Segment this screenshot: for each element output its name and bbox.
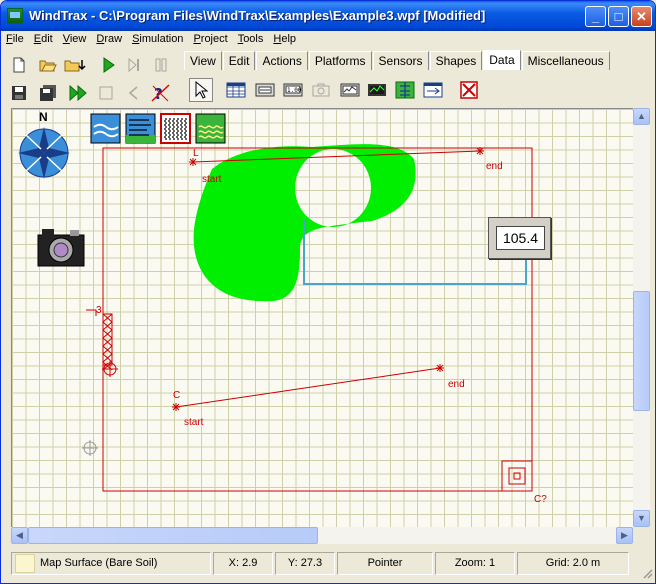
tab-platforms[interactable]: Platforms <box>308 51 372 70</box>
transfer-icon[interactable] <box>422 79 444 101</box>
surface-palette-icon <box>90 113 121 144</box>
digital-readout[interactable]: 105.4 <box>488 217 551 259</box>
title-bar[interactable]: WindTrax - C:\Program Files\WindTrax\Exa… <box>1 1 655 31</box>
menu-project[interactable]: Project <box>188 31 232 49</box>
digital-display-icon[interactable]: 1.00 <box>282 79 304 101</box>
menu-bar: File Edit View Draw Simulation Project T… <box>1 31 655 49</box>
north-compass-icon <box>18 127 70 179</box>
chart-icon[interactable] <box>339 79 361 101</box>
meter-icon[interactable] <box>254 79 276 101</box>
camera-object-icon <box>37 229 85 267</box>
open-folder-icon[interactable] <box>37 54 59 76</box>
tower-label: 3 <box>96 305 102 316</box>
line-sensor-1-id-label: L <box>193 148 199 159</box>
tab-sensors[interactable]: Sensors <box>372 51 429 70</box>
map-drawing: N L start end C start end 3 C? <box>18 110 547 505</box>
surface-color-swatch <box>15 554 35 573</box>
maximize-button[interactable]: □ <box>608 6 629 27</box>
scroll-up-button[interactable]: ▲ <box>633 108 650 125</box>
menu-simulation[interactable]: Simulation <box>127 31 188 49</box>
scroll-left-button[interactable]: ◀ <box>11 527 28 544</box>
open-import-icon[interactable] <box>64 54 86 76</box>
menu-draw[interactable]: Draw <box>91 31 127 49</box>
run-icon[interactable] <box>97 54 119 76</box>
tab-view[interactable]: View <box>184 51 222 70</box>
save-icon[interactable] <box>8 82 30 104</box>
status-y: Y: 27.3 <box>275 552 335 575</box>
horizontal-scrollbar[interactable]: ◀ ▶ <box>11 527 633 544</box>
menu-view[interactable]: View <box>58 31 92 49</box>
line-sensor-2-end-marker <box>436 364 444 372</box>
wind-palette-icon <box>125 113 156 144</box>
pause-icon <box>150 54 172 76</box>
camera-icon <box>310 79 332 101</box>
origin-marker <box>82 440 98 456</box>
compass-label: N <box>39 110 48 124</box>
tab-shapes[interactable]: Shapes <box>429 51 483 70</box>
tower <box>86 309 118 377</box>
scroll-down-button[interactable]: ▼ <box>633 510 650 527</box>
status-surface: Map Surface (Bare Soil) <box>11 552 211 575</box>
status-grid: Grid: 2.0 m <box>517 552 629 575</box>
window-title: WindTrax - C:\Program Files\WindTrax\Exa… <box>29 8 486 23</box>
vertical-scrollbar[interactable]: ▲ ▼ <box>633 108 650 527</box>
scroll-right-button[interactable]: ▶ <box>616 527 633 544</box>
vertical-scroll-thumb[interactable] <box>633 291 650 411</box>
map-canvas[interactable]: N L start end C start end 3 C? <box>11 108 633 527</box>
resize-grip-icon[interactable] <box>641 567 653 579</box>
plot-icon[interactable] <box>366 79 388 101</box>
new-file-icon[interactable] <box>8 54 30 76</box>
site-boundary <box>102 147 533 492</box>
app-window: WindTrax - C:\Program Files\WindTrax\Exa… <box>0 0 656 584</box>
svg-text:?: ? <box>154 85 163 102</box>
save-all-icon[interactable] <box>37 82 59 104</box>
tab-actions[interactable]: Actions <box>256 51 308 70</box>
heat-palette-icon <box>195 113 226 144</box>
line-sensor-1-start-marker <box>189 158 197 166</box>
app-icon <box>7 8 23 24</box>
stop-icon <box>95 82 117 104</box>
close-button[interactable]: ✕ <box>631 6 652 27</box>
line-sensor-2-id-label: C <box>173 390 180 401</box>
line-sensor-2-start-marker <box>172 403 180 411</box>
line-sensor-1-start-label: start <box>202 174 222 185</box>
corner-label: C? <box>534 494 547 505</box>
corner-marker <box>501 460 533 492</box>
status-mode: Pointer <box>337 552 433 575</box>
menu-file[interactable]: File <box>1 31 29 49</box>
fast-forward-icon[interactable] <box>67 82 89 104</box>
line-sensor-2-start-label: start <box>184 417 204 428</box>
delete-icon[interactable] <box>458 79 480 101</box>
pointer-icon[interactable] <box>189 78 213 102</box>
readout-value: 105.4 <box>496 226 545 250</box>
line-sensor-1-end-label: end <box>486 161 503 172</box>
line-sensor-2 <box>175 367 441 408</box>
status-x: X: 2.9 <box>213 552 273 575</box>
minimize-button[interactable]: _ <box>585 6 606 27</box>
tab-edit[interactable]: Edit <box>222 51 256 70</box>
status-bar: Map Surface (Bare Soil) X: 2.9 Y: 27.3 P… <box>1 548 655 580</box>
back-icon <box>122 82 144 104</box>
grid-palette-icon <box>160 113 191 144</box>
step-icon <box>123 54 145 76</box>
tab-miscellaneous[interactable]: Miscellaneous <box>521 51 610 70</box>
tower-chart-icon[interactable] <box>394 79 416 101</box>
status-zoom: Zoom: 1 <box>435 552 515 575</box>
menu-edit[interactable]: Edit <box>29 31 58 49</box>
horizontal-scroll-thumb[interactable] <box>28 527 318 544</box>
svg-text:1.00: 1.00 <box>287 87 302 94</box>
table-icon[interactable] <box>225 79 247 101</box>
menu-help[interactable]: Help <box>268 31 301 49</box>
tab-data[interactable]: Data <box>483 50 521 70</box>
line-sensor-1-end-marker <box>476 147 484 155</box>
menu-tools[interactable]: Tools <box>233 31 269 49</box>
line-sensor-2-end-label: end <box>448 379 465 390</box>
ribbon-tabs: View Edit Actions Platforms Sensors Shap… <box>184 50 611 71</box>
help-icon[interactable]: ? <box>150 82 172 104</box>
